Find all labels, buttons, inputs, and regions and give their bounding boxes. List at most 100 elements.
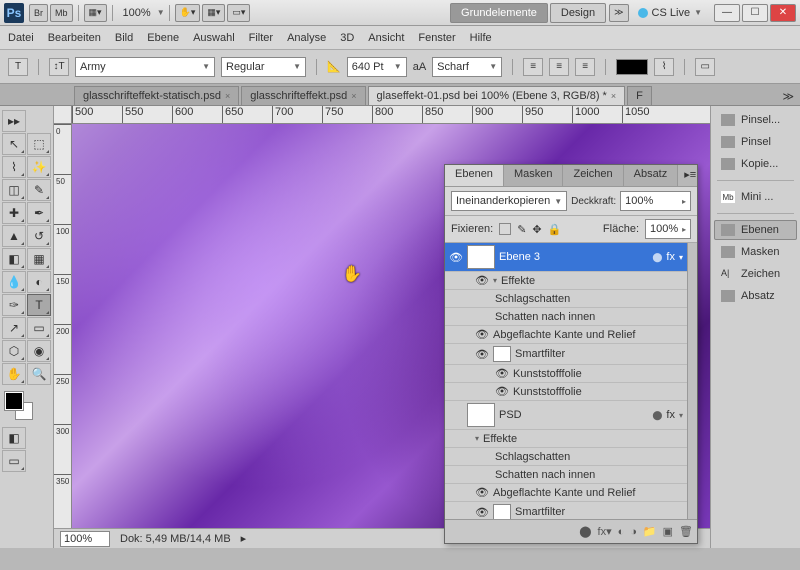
doc-tab-2[interactable]: glaseffekt-01.psd bei 100% (Ebene 3, RGB…	[368, 86, 626, 105]
workspace-design[interactable]: Design	[550, 3, 606, 23]
type-tool[interactable]: T	[27, 294, 51, 316]
tab-ebenen[interactable]: Ebenen	[445, 165, 504, 186]
layers-panel[interactable]: Ebenen Masken Zeichen Absatz ▸≡ Ineinand…	[444, 164, 698, 544]
visibility-icon[interactable]: 👁	[449, 251, 463, 264]
layer-psd[interactable]: PSD ⬤ fx▾	[445, 401, 687, 430]
fx-badge[interactable]: fx	[666, 251, 675, 263]
zoom-tool[interactable]: 🔍	[27, 363, 51, 385]
menu-auswahl[interactable]: Auswahl	[193, 32, 235, 44]
text-orientation[interactable]: ↕T	[49, 58, 69, 76]
smartfilter-item[interactable]: 👁 Kunststofffolie	[445, 365, 687, 383]
menu-hilfe[interactable]: Hilfe	[470, 32, 492, 44]
menu-bild[interactable]: Bild	[115, 32, 133, 44]
align-right[interactable]: ≡	[575, 58, 595, 76]
cs-live[interactable]: CS Live▼	[638, 7, 702, 19]
panel-pinsel-preset[interactable]: Pinsel...	[714, 110, 797, 130]
effects-group[interactable]: 👁▾ Effekte	[445, 272, 687, 290]
menu-bearbeiten[interactable]: Bearbeiten	[48, 32, 101, 44]
screen-mode-button[interactable]: ▭▾	[227, 4, 250, 22]
layer-ebene3[interactable]: 👁 Ebene 3 ⬤ fx▾	[445, 243, 687, 272]
effect-item[interactable]: 👁 Abgeflachte Kante und Relief	[445, 326, 687, 344]
link-layers-icon[interactable]: ⬤	[579, 525, 591, 538]
move-tool[interactable]: ↖	[2, 133, 26, 155]
quickmask-toggle[interactable]: ◧	[2, 427, 26, 449]
3d-tool[interactable]: ⬡	[2, 340, 26, 362]
stamp-tool[interactable]: ▲	[2, 225, 26, 247]
effect-item[interactable]: Schatten nach innen	[445, 466, 687, 484]
panel-ebenen[interactable]: Ebenen	[714, 220, 797, 240]
close-button[interactable]: ✕	[770, 4, 796, 22]
layer-thumb[interactable]	[467, 403, 495, 427]
font-size-dropdown[interactable]: 640 Pt▼	[347, 57, 407, 77]
font-weight-dropdown[interactable]: Regular▼	[221, 57, 306, 77]
align-left[interactable]: ≡	[523, 58, 543, 76]
effects-group[interactable]: ▾ Effekte	[445, 430, 687, 448]
new-layer-button[interactable]: ▣	[663, 525, 673, 538]
smartfilter-item[interactable]: 👁 Kunststofffolie	[445, 383, 687, 401]
fill-input[interactable]: 100%▸	[645, 219, 691, 239]
tab-masken[interactable]: Masken	[504, 165, 564, 186]
align-center[interactable]: ≡	[549, 58, 569, 76]
menu-ebene[interactable]: Ebene	[147, 32, 179, 44]
status-zoom[interactable]: 100%	[60, 531, 110, 547]
tab-zeichen[interactable]: Zeichen	[563, 165, 623, 186]
hand-tool[interactable]: ✋	[2, 363, 26, 385]
font-family-dropdown[interactable]: Army▼	[75, 57, 215, 77]
ruler-horizontal[interactable]: 500550 600650 700750 800850 900950 10001…	[54, 106, 710, 124]
tab-absatz[interactable]: Absatz	[624, 165, 679, 186]
opacity-input[interactable]: 100%▸	[620, 191, 691, 211]
effect-item[interactable]: 👁 Abgeflachte Kante und Relief	[445, 484, 687, 502]
effect-item[interactable]: Schlagschatten	[445, 448, 687, 466]
smartfilter-group[interactable]: 👁 Smartfilter	[445, 502, 687, 519]
tab-overflow[interactable]: ≫	[776, 88, 800, 105]
layout-button[interactable]: ▦▾	[84, 4, 107, 22]
history-brush-tool[interactable]: ↺	[27, 225, 51, 247]
minimize-button[interactable]: —	[714, 4, 740, 22]
panel-absatz[interactable]: Absatz	[714, 286, 797, 306]
dodge-tool[interactable]: ◐	[27, 271, 51, 293]
workspace-more[interactable]: ≫	[609, 4, 628, 22]
hand-tool-button[interactable]: ✋▾	[175, 4, 201, 22]
layer-name[interactable]: Ebene 3	[499, 251, 540, 263]
lock-move-icon[interactable]: ✥	[532, 223, 541, 236]
eraser-tool[interactable]: ◧	[2, 248, 26, 270]
fx-badge[interactable]: fx	[666, 409, 675, 421]
panel-kopie[interactable]: Kopie...	[714, 154, 797, 174]
zoom-level[interactable]: 100%	[123, 7, 151, 19]
collapse-toolbox[interactable]: ▸▸	[2, 110, 26, 132]
lock-transparent-icon[interactable]	[499, 223, 511, 235]
tool-preset[interactable]: T	[8, 58, 28, 76]
layer-thumb[interactable]	[467, 245, 495, 269]
smartfilter-group[interactable]: 👁 Smartfilter	[445, 344, 687, 365]
scrollbar[interactable]	[687, 243, 697, 519]
brush-tool[interactable]: ✒	[27, 202, 51, 224]
ruler-vertical[interactable]: 050 100150 200250 300350	[54, 124, 72, 528]
close-icon[interactable]: ×	[611, 91, 616, 101]
statusbar-menu[interactable]: ▸	[241, 532, 247, 545]
foreground-color[interactable]	[5, 392, 23, 410]
doc-tab-0[interactable]: glasschrifteffekt-statisch.psd×	[74, 86, 239, 105]
effect-item[interactable]: Schlagschatten	[445, 290, 687, 308]
close-icon[interactable]: ×	[351, 91, 356, 101]
blend-mode-dropdown[interactable]: Ineinanderkopieren▼	[451, 191, 567, 211]
eyedropper-tool[interactable]: ✎	[27, 179, 51, 201]
group-button[interactable]: 📁	[643, 525, 657, 538]
menu-datei[interactable]: Datei	[8, 32, 34, 44]
effect-item[interactable]: Schatten nach innen	[445, 308, 687, 326]
app-logo[interactable]: Ps	[4, 3, 24, 23]
screenmode-toggle[interactable]: ▭	[2, 450, 26, 472]
color-swatches[interactable]	[2, 392, 51, 422]
crop-tool[interactable]: ◫	[2, 179, 26, 201]
panel-mini[interactable]: MbMini ...	[714, 187, 797, 207]
menu-fenster[interactable]: Fenster	[418, 32, 455, 44]
text-color-swatch[interactable]	[616, 59, 648, 75]
3d-camera-tool[interactable]: ◉	[27, 340, 51, 362]
mb-button[interactable]: Mb	[50, 4, 73, 22]
menu-ansicht[interactable]: Ansicht	[368, 32, 404, 44]
view-extras-button[interactable]: ▦▾	[202, 4, 225, 22]
layer-list[interactable]: 👁 Ebene 3 ⬤ fx▾ 👁▾ Effekte Schlagschatte…	[445, 243, 687, 519]
workspace-grundelemente[interactable]: Grundelemente	[450, 3, 548, 23]
bridge-button[interactable]: Br	[29, 4, 48, 22]
close-icon[interactable]: ×	[225, 91, 230, 101]
panel-menu-icon[interactable]: ▸≡	[678, 165, 702, 186]
